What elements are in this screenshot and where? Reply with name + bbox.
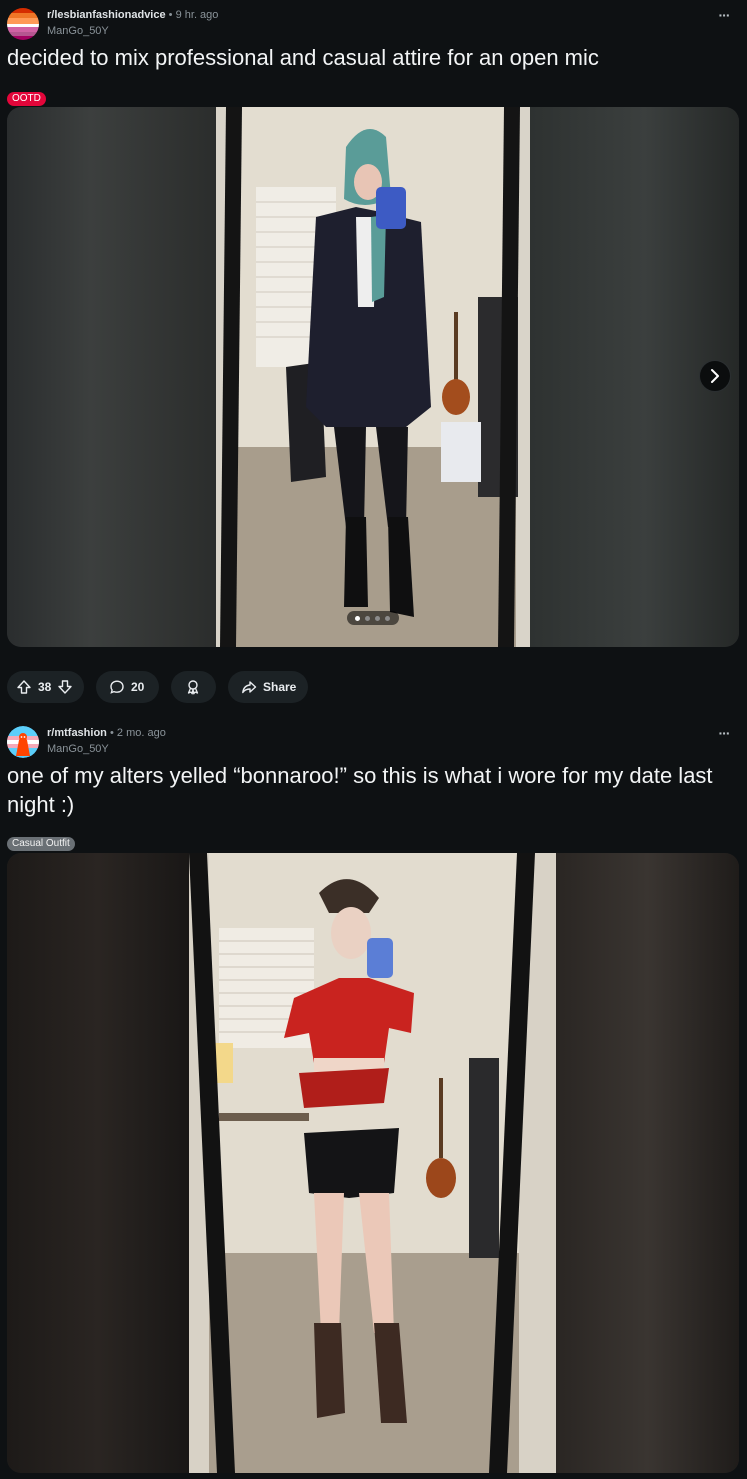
subreddit-name[interactable]: r/mtfashion xyxy=(47,727,107,739)
separator-dot: • xyxy=(109,727,114,739)
carousel-dot xyxy=(365,616,370,621)
post-time: 2 mo. ago xyxy=(116,727,166,739)
ellipsis-icon: ··· xyxy=(718,725,731,741)
post-flair[interactable]: Casual Outfit xyxy=(7,837,75,851)
image-blur-backdrop-left xyxy=(7,107,216,647)
author-name[interactable]: ManGo_50Y xyxy=(47,25,109,37)
share-arrow-icon xyxy=(242,681,257,694)
arrow-down-icon[interactable] xyxy=(57,679,73,695)
vote-count: 38 xyxy=(38,680,52,694)
image-blur-backdrop-right xyxy=(556,853,739,1473)
comment-count: 20 xyxy=(131,680,145,694)
vote-pill: 38 xyxy=(7,671,84,703)
speech-bubble-icon xyxy=(110,680,124,694)
post-image[interactable] xyxy=(7,853,739,1473)
separator-dot: • xyxy=(168,9,173,21)
image-blur-backdrop-left xyxy=(7,853,189,1473)
carousel-indicator xyxy=(347,611,399,625)
post-meta: r/mtfashion • 2 mo. ago ManGo_50Y ··· xyxy=(7,724,740,758)
subreddit-name[interactable]: r/lesbianfashionadvice xyxy=(47,9,166,21)
comments-button[interactable]: 20 xyxy=(96,671,159,703)
post-action-bar: 38 20 Share xyxy=(7,671,407,703)
post-title[interactable]: decided to mix professional and casual a… xyxy=(7,43,727,72)
award-icon xyxy=(187,680,199,695)
subreddit-avatar[interactable] xyxy=(7,726,39,758)
subreddit-line: r/lesbianfashionadvice • 9 hr. ago xyxy=(47,9,218,21)
share-button[interactable]: Share xyxy=(228,671,308,703)
chevron-right-icon xyxy=(711,369,719,383)
author-name[interactable]: ManGo_50Y xyxy=(47,743,109,755)
ellipsis-icon: ··· xyxy=(718,7,731,23)
post-time: 9 hr. ago xyxy=(175,9,219,21)
more-options-button[interactable]: ··· xyxy=(714,7,734,28)
outfit-photo xyxy=(216,107,530,647)
post-title[interactable]: one of my alters yelled “bonnaroo!” so t… xyxy=(7,761,727,819)
share-label: Share xyxy=(263,680,297,694)
carousel-next-button[interactable] xyxy=(699,360,731,392)
post-meta: r/lesbianfashionadvice • 9 hr. ago ManGo… xyxy=(7,6,740,40)
carousel-dot xyxy=(375,616,380,621)
carousel-dot xyxy=(385,616,390,621)
more-options-button[interactable]: ··· xyxy=(714,725,734,746)
subreddit-line: r/mtfashion • 2 mo. ago xyxy=(47,727,166,739)
arrow-up-icon[interactable] xyxy=(16,679,32,695)
outfit-photo xyxy=(189,853,556,1473)
carousel-dot-active xyxy=(355,616,360,621)
subreddit-avatar[interactable] xyxy=(7,8,39,40)
post-flair[interactable]: OOTD xyxy=(7,92,46,106)
post-image-carousel[interactable] xyxy=(7,107,739,647)
award-button[interactable] xyxy=(171,671,216,703)
